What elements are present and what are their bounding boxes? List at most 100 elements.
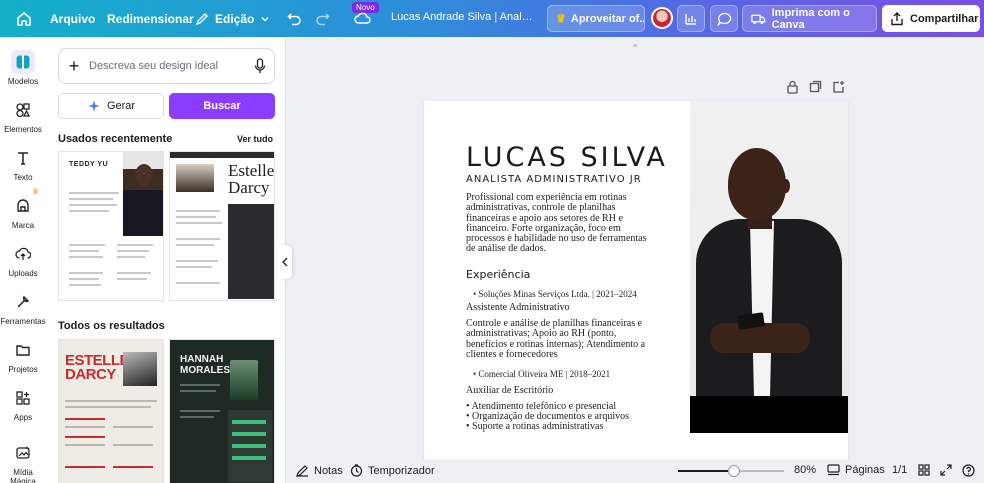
job1-line[interactable]: • Soluções Minas Serviços Ltda. | 2021–2… xyxy=(473,289,637,299)
resume-summary[interactable]: Profissional com experiência em rotinas … xyxy=(466,192,656,255)
photo-hands xyxy=(710,323,810,353)
notes-icon xyxy=(296,465,308,477)
resume-role[interactable]: ANALISTA ADMINISTRATIVO JR xyxy=(466,174,642,185)
generate-button-label: Gerar xyxy=(106,100,136,112)
template-thumbnail[interactable]: HANNAH MORALES xyxy=(169,339,275,483)
zoom-slider[interactable] xyxy=(678,465,784,477)
help-button[interactable] xyxy=(962,464,975,477)
share-button-label: Compartilhar xyxy=(910,12,979,25)
folder-icon xyxy=(11,338,35,362)
rail-item-texto[interactable]: Texto xyxy=(0,146,46,182)
rail-item-ferramentas[interactable]: Ferramentas xyxy=(0,290,46,326)
zoom-slider-fill xyxy=(678,470,735,472)
magic-media-icon xyxy=(11,441,35,465)
rail-label: Apps xyxy=(13,413,33,422)
rail-label: Mídia Mágica xyxy=(10,468,36,483)
grid-icon xyxy=(918,464,930,476)
thumbnail-photo xyxy=(230,360,258,400)
thumbnail-name: HANNAH MORALES xyxy=(180,354,230,376)
share-button[interactable]: Compartilhar xyxy=(882,5,980,32)
help-icon xyxy=(962,464,975,477)
menu-arquivo[interactable]: Arquivo xyxy=(50,0,95,37)
thumbnail-name: TEDDY YU xyxy=(69,161,109,168)
comments-button[interactable] xyxy=(710,5,738,32)
plus-icon[interactable]: + xyxy=(59,56,89,77)
rail-label: Projetos xyxy=(8,365,38,374)
microphone-icon[interactable] xyxy=(246,58,274,74)
trial-button-label: Aproveitar of... xyxy=(570,12,645,25)
timer-button[interactable]: Temporizador xyxy=(350,464,435,477)
rail-item-projetos[interactable]: Projetos xyxy=(0,338,46,374)
search-input[interactable]: Descreva seu design ideal xyxy=(89,60,246,72)
collapse-panel-button[interactable] xyxy=(278,245,292,279)
duplicate-icon[interactable] xyxy=(809,80,822,94)
thumbnail-name: Estelle Darcy xyxy=(228,161,275,197)
elements-icon xyxy=(11,98,35,122)
print-button[interactable]: Imprima com o Canva xyxy=(742,5,877,32)
apps-icon xyxy=(11,386,35,410)
job2-line[interactable]: • Comercial Oliveira ME | 2018–2021 xyxy=(473,369,610,379)
zoom-level[interactable]: 80% xyxy=(794,464,816,476)
thumbnail-name: ESTELLE DARCY xyxy=(65,352,130,383)
home-button[interactable] xyxy=(16,0,32,37)
grid-view-button[interactable] xyxy=(918,464,930,476)
add-page-icon[interactable] xyxy=(832,80,845,94)
cloud-icon xyxy=(354,12,371,24)
cloud-sync-button[interactable] xyxy=(354,0,371,37)
avatar[interactable] xyxy=(651,7,673,29)
rail-item-midia-magica[interactable]: Mídia Mágica xyxy=(0,441,46,483)
drag-handle[interactable] xyxy=(633,44,637,47)
share-icon xyxy=(891,11,903,25)
rail-item-marca[interactable]: Marca xyxy=(0,194,46,230)
job2-bullet[interactable]: • Suporte a rotinas administrativas xyxy=(466,421,603,432)
menu-edicao[interactable]: Edição xyxy=(195,0,270,37)
lock-icon[interactable] xyxy=(786,80,799,94)
template-thumbnail[interactable]: Estelle Darcy xyxy=(169,151,275,301)
undo-button[interactable] xyxy=(287,0,302,37)
search-box[interactable]: + Descreva seu design ideal xyxy=(58,48,275,84)
resume-page[interactable]: LUCAS SILVA ANALISTA ADMINISTRATIVO JR P… xyxy=(424,101,848,459)
experience-heading[interactable]: Experiência xyxy=(466,268,530,281)
search-button[interactable]: Buscar xyxy=(169,93,275,119)
pages-label: Páginas xyxy=(845,464,885,476)
rail-item-uploads[interactable]: Uploads xyxy=(0,242,46,278)
job2-title[interactable]: Auxiliar de Escritório xyxy=(466,385,553,396)
document-title[interactable]: Lucas Andrade Silva | Analist ... xyxy=(391,11,533,23)
comment-icon xyxy=(716,12,731,26)
resume-name[interactable]: LUCAS SILVA xyxy=(466,142,668,173)
rail-item-modelos[interactable]: Modelos xyxy=(0,50,46,86)
notes-button[interactable]: Notas xyxy=(296,464,343,477)
crown-icon: ♛ xyxy=(556,13,566,25)
rail-item-apps[interactable]: Apps xyxy=(0,386,46,422)
job1-description[interactable]: Controle e análise de planilhas financei… xyxy=(466,318,652,360)
bar-chart-icon xyxy=(685,13,696,25)
timer-label: Temporizador xyxy=(368,464,435,477)
timer-icon xyxy=(350,464,363,477)
template-thumbnail[interactable]: ESTELLE DARCY xyxy=(58,339,164,483)
see-all-link[interactable]: Ver tudo xyxy=(237,134,273,144)
page-tools xyxy=(786,80,845,94)
menu-redimensionar[interactable]: Redimensionar xyxy=(107,0,194,37)
generate-button[interactable]: Gerar xyxy=(58,93,164,119)
undo-icon xyxy=(287,13,301,26)
photo-ear xyxy=(782,179,790,193)
photo-head xyxy=(728,148,786,220)
brand-icon xyxy=(11,194,35,218)
trial-button[interactable]: ♛ Aproveitar of... xyxy=(547,5,645,32)
resume-photo[interactable] xyxy=(690,101,848,433)
insights-button[interactable] xyxy=(677,5,705,32)
templates-icon xyxy=(11,50,35,74)
template-thumbnail[interactable]: TEDDY YU xyxy=(58,151,164,301)
page-counter[interactable]: 1/1 xyxy=(892,464,907,476)
tools-icon xyxy=(11,290,35,314)
thumbnail-photo xyxy=(123,352,157,386)
thumbnail-photo xyxy=(176,164,214,192)
zoom-slider-handle[interactable] xyxy=(728,465,741,477)
text-icon xyxy=(11,146,35,170)
pages-button[interactable]: Páginas xyxy=(827,464,885,476)
rail-item-elementos[interactable]: Elementos xyxy=(0,98,46,134)
fullscreen-button[interactable] xyxy=(940,464,952,476)
job1-title[interactable]: Assistente Administrativo xyxy=(466,302,570,313)
photo-footer-bar xyxy=(690,396,848,433)
redo-button[interactable] xyxy=(315,0,330,37)
